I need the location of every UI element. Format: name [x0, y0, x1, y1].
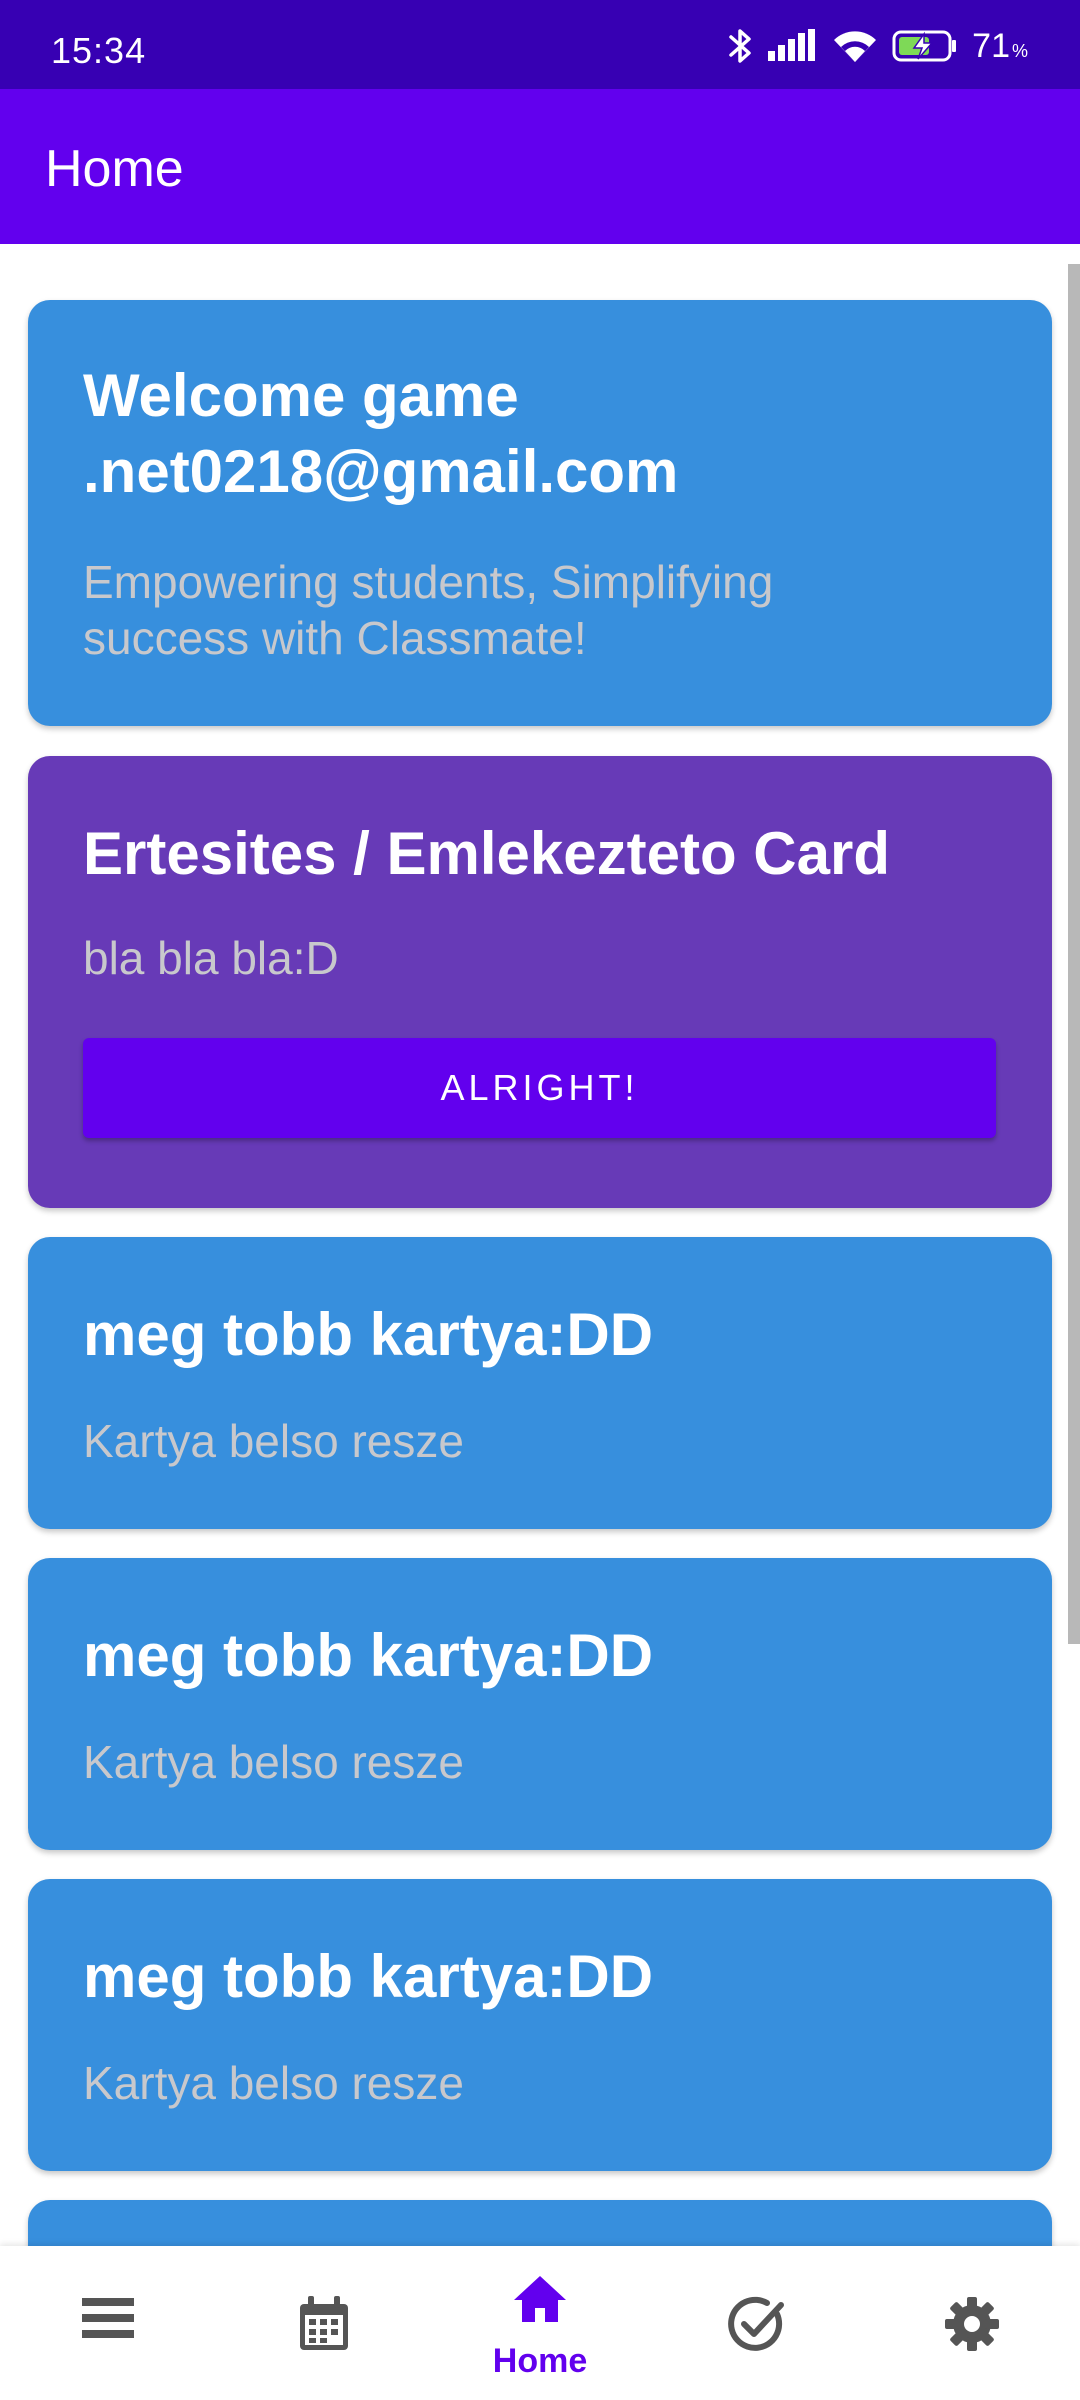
info-card-partial [28, 2200, 1052, 2246]
info-card: meg tobb kartya:DD Kartya belso resze [28, 1879, 1052, 2171]
info-card-body: Kartya belso resze [83, 2057, 464, 2109]
menu-icon [82, 2296, 134, 2345]
scrollbar[interactable] [1068, 264, 1080, 1644]
welcome-title: Welcome game .net0218@gmail.com [83, 362, 679, 505]
info-card-body: Kartya belso resze [83, 1415, 464, 1467]
welcome-subtitle: Empowering students, Simplifying success… [83, 556, 774, 664]
alright-button[interactable]: ALRIGHT! [83, 1038, 996, 1138]
check-circle-icon [727, 2296, 785, 2359]
status-bar: 15:34 71 % [0, 0, 1080, 89]
info-card-title: meg tobb kartya:DD [83, 1943, 654, 2010]
signal-icon [768, 29, 818, 63]
nav-tasks[interactable] [648, 2246, 864, 2400]
notification-body: bla bla bla:D [83, 932, 339, 984]
info-card-body: Kartya belso resze [83, 1736, 464, 1788]
home-icon [512, 2274, 568, 2329]
notification-title: Ertesites / Emlekezteto Card [83, 820, 890, 887]
status-time: 15:34 [51, 30, 147, 71]
info-card-title: meg tobb kartya:DD [83, 1622, 654, 1689]
info-card-title: meg tobb kartya:DD [83, 1301, 654, 1368]
nav-home-label: Home [492, 2342, 588, 2380]
gear-icon [944, 2296, 1000, 2357]
welcome-card: Welcome game .net0218@gmail.com Empoweri… [28, 300, 1052, 726]
app-bar: Home [0, 89, 1080, 244]
bottom-navigation: Home [0, 2246, 1080, 2400]
bluetooth-icon [728, 26, 754, 66]
info-card: meg tobb kartya:DD Kartya belso resze [28, 1237, 1052, 1529]
status-icons: 71% [728, 26, 1028, 66]
wifi-icon [832, 28, 878, 64]
nav-menu[interactable] [0, 2246, 216, 2400]
nav-calendar[interactable] [216, 2246, 432, 2400]
info-card: meg tobb kartya:DD Kartya belso resze [28, 1558, 1052, 1850]
calendar-icon [298, 2296, 350, 2357]
content-scroll-area[interactable]: Welcome game .net0218@gmail.com Empoweri… [0, 244, 1080, 2246]
nav-settings[interactable] [864, 2246, 1080, 2400]
battery-charging-icon [892, 29, 958, 63]
nav-home[interactable]: Home [432, 2246, 648, 2400]
battery-percent: 71% [972, 26, 1028, 65]
notification-card: Ertesites / Emlekezteto Card bla bla bla… [28, 756, 1052, 1208]
page-title: Home [45, 140, 184, 198]
